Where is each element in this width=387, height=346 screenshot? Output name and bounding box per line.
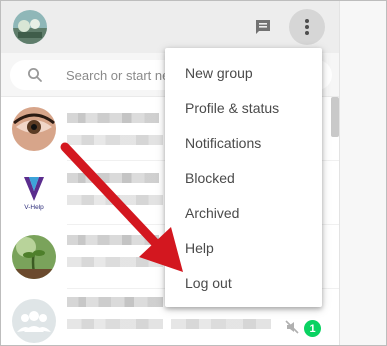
menu-item-blocked[interactable]: Blocked <box>165 161 322 196</box>
sidebar-header <box>1 1 339 53</box>
contact-avatar <box>12 235 56 279</box>
svg-text:V-Help: V-Help <box>24 204 44 211</box>
menu-item-help[interactable]: Help <box>165 231 322 266</box>
search-input[interactable] <box>66 66 166 84</box>
more-vertical-icon[interactable] <box>289 9 325 45</box>
menu-item-profile-status[interactable]: Profile & status <box>165 91 322 126</box>
scrollbar[interactable] <box>331 97 339 137</box>
menu-item-log-out[interactable]: Log out <box>165 266 322 301</box>
menu-item-notifications[interactable]: Notifications <box>165 126 322 161</box>
chat-icon[interactable] <box>250 14 276 40</box>
unread-count-badge: 1 <box>304 320 321 337</box>
search-icon[interactable] <box>26 66 44 84</box>
conversation-pane <box>339 1 386 345</box>
menu-item-new-group[interactable]: New group <box>165 56 322 91</box>
contact-avatar: V-Help <box>12 171 56 215</box>
muted-icon <box>284 319 300 335</box>
app-window: V-Help <box>0 0 387 346</box>
menu-item-archived[interactable]: Archived <box>165 196 322 231</box>
contact-avatar <box>12 107 56 151</box>
profile-avatar[interactable] <box>13 10 47 44</box>
options-menu: New group Profile & status Notifications… <box>165 48 322 307</box>
group-avatar <box>12 299 56 343</box>
